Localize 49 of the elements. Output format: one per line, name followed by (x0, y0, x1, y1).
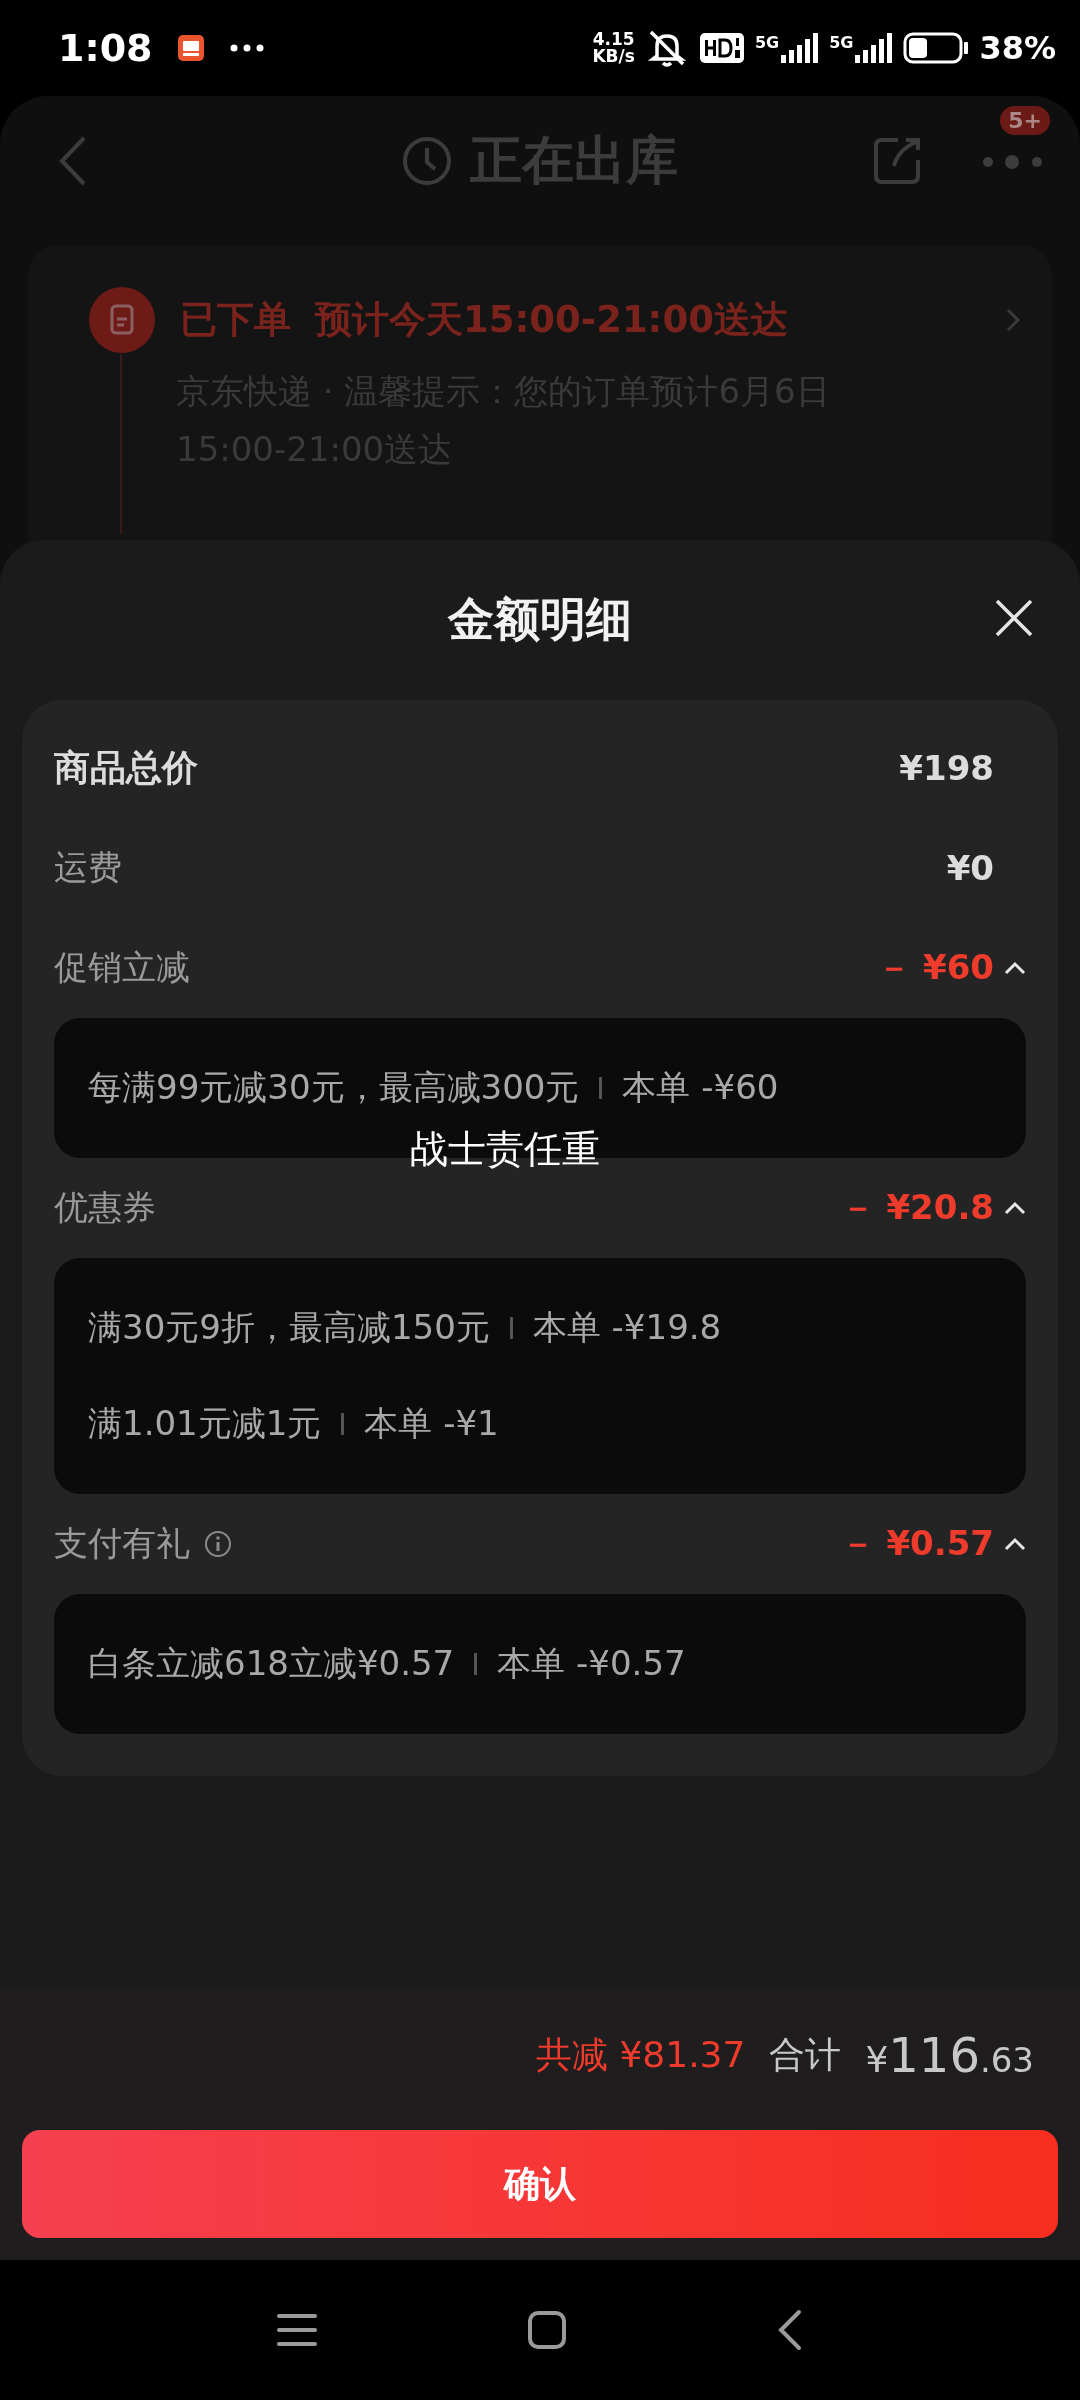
sheet-title: 金额明细 (448, 591, 632, 648)
battery-percent: 38% (979, 29, 1056, 67)
network-type: 5G (754, 33, 780, 52)
clock-icon (402, 136, 452, 186)
row-amount: － ¥0.57 (840, 1522, 994, 1565)
network-speed: 4.15 (592, 31, 635, 48)
network-type: 5G (829, 33, 854, 52)
discount-rule: 每满99元减30元，最高减300元 (88, 1066, 580, 1109)
hd-icon (698, 32, 745, 64)
battery-icon (903, 32, 970, 64)
row-label: 运费 (54, 846, 122, 889)
signal-icon (779, 33, 820, 63)
home-icon[interactable] (527, 2310, 567, 2350)
menu-icon[interactable] (277, 2312, 317, 2348)
row-label: 优惠券 (54, 1186, 156, 1229)
app-icon (176, 34, 205, 62)
caret-up-icon[interactable] (1004, 961, 1026, 975)
discount-value: 本单 -¥0.57 (497, 1642, 686, 1685)
network-speed-unit: KB/s (592, 48, 635, 65)
discount-value: 本单 -¥1 (364, 1402, 499, 1445)
discount-rule: 满30元9折，最高减150元 (88, 1306, 490, 1349)
discount-total: 共减 ¥81.37 (535, 2032, 746, 2077)
signal-icon (853, 33, 894, 63)
discount-rule: 满1.01元减1元 (88, 1402, 322, 1445)
confirm-button[interactable]: 确认 (22, 2130, 1058, 2238)
row-label: 商品总价 (54, 745, 198, 790)
caret-up-icon[interactable] (1004, 1537, 1026, 1551)
discount-rule: 白条立减618立减¥0.57 (88, 1642, 455, 1685)
row-label: 促销立减 (54, 946, 190, 989)
total-label: 合计 (769, 2032, 842, 2077)
info-icon[interactable] (204, 1530, 232, 1558)
order-icon (88, 286, 156, 354)
notification-badge: 5+ (1000, 106, 1050, 135)
row-amount: ¥0 (946, 848, 994, 888)
caret-up-icon[interactable] (1004, 1201, 1026, 1215)
close-icon[interactable] (994, 598, 1034, 638)
discount-value: 本单 -¥19.8 (532, 1306, 722, 1349)
caption-text: 战士责任重 (410, 1126, 600, 1173)
row-amount: － ¥60 (877, 946, 994, 989)
row-amount: － ¥20.8 (840, 1186, 994, 1229)
row-amount: ¥198 (899, 748, 994, 788)
more-notifications-icon (228, 43, 265, 53)
discount-value: 本单 -¥60 (622, 1066, 779, 1109)
back-icon[interactable] (777, 2309, 803, 2351)
row-label: 支付有礼 (54, 1522, 190, 1565)
total-amount: ¥116.63 (865, 2027, 1034, 2083)
status-time: 1:08 (58, 26, 153, 70)
order-status: 已下单 (180, 297, 291, 343)
delivery-estimate: 预计今天15:00-21:00送达 (315, 297, 788, 343)
